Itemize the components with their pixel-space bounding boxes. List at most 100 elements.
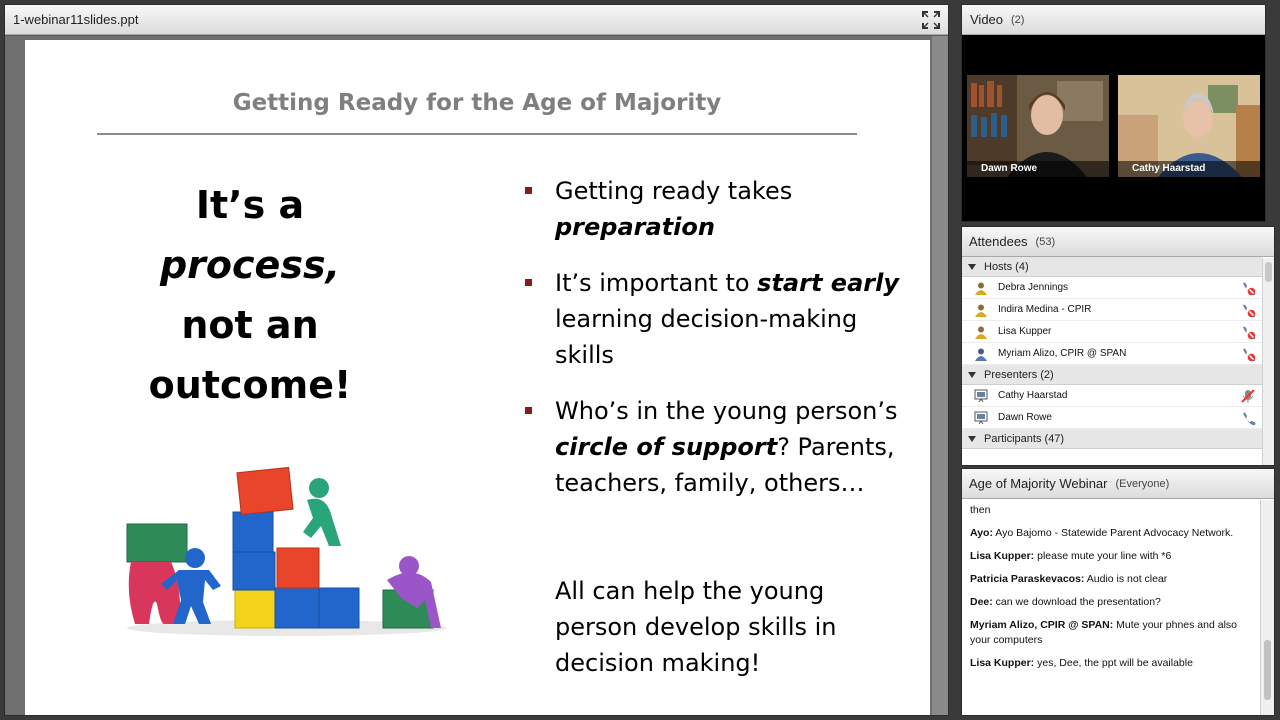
bullet-text: Who’s in the young person’s [555, 397, 898, 425]
share-filename: 1-webinar11slides.ppt [13, 12, 139, 27]
attendee-name: Indira Medina - CPIR [998, 304, 1092, 315]
tagline-line-3: not an [181, 303, 319, 347]
presenter-icon [974, 389, 988, 402]
fullscreen-icon[interactable] [922, 11, 940, 29]
chat-text: Audio is not clear [1084, 573, 1168, 585]
chat-text: yes, Dee, the ppt will be available [1034, 657, 1193, 669]
chat-sender: Lisa Kupper: [970, 657, 1035, 669]
bullet-text: It’s important to [555, 269, 758, 297]
bullet-item: Getting ready takes preparation [521, 173, 901, 245]
chat-title: Age of Majority Webinar [969, 476, 1108, 491]
chat-message: Patricia Paraskevacos: Audio is not clea… [970, 572, 1256, 587]
group-participants[interactable]: Participants (47) [962, 429, 1262, 449]
video-feed-dawn-rowe[interactable]: Dawn Rowe [967, 75, 1109, 177]
bullet-marker [525, 407, 532, 414]
group-presenters[interactable]: Presenters (2) [962, 365, 1262, 385]
chat-message-list: then Ayo: Ayo Bajomo - Statewide Parent … [970, 503, 1256, 679]
slide-title: Getting Ready for the Age of Majority [232, 90, 722, 116]
title-divider [97, 133, 857, 135]
attendee-row[interactable]: Debra Jennings [962, 277, 1262, 299]
attendee-row[interactable]: Dawn Rowe [962, 407, 1262, 429]
phone-icon[interactable] [1240, 410, 1256, 426]
presentation-slide: Getting Ready for the Age of Majority It… [25, 40, 930, 715]
bullet-emphasis: circle of support [555, 433, 778, 461]
tagline-line-1: It’s a [195, 183, 305, 227]
host-icon [975, 348, 987, 361]
chat-message: Lisa Kupper: yes, Dee, the ppt will be a… [970, 656, 1256, 671]
bullet-list: Getting ready takes preparation It’s imp… [521, 173, 901, 521]
phone-muted-icon[interactable] [1240, 302, 1256, 318]
slide-tagline: It’s a process, not an outcome! [85, 175, 415, 415]
chat-text: please mute your line with *6 [1034, 550, 1172, 562]
video-pod: Video (2) Dawn Rowe Cathy Haarstad [961, 4, 1266, 222]
bullet-marker [525, 187, 532, 194]
chat-sender: Ayo: [970, 527, 993, 539]
attendees-pod: Attendees (53) Hosts (4) Debra Jennings … [961, 226, 1275, 466]
share-pod: 1-webinar11slides.ppt Getting Ready for … [4, 4, 949, 716]
attendee-name: Myriam Alizo, CPIR @ SPAN [998, 348, 1127, 359]
collapse-triangle-icon[interactable] [968, 263, 976, 270]
phone-muted-icon[interactable] [1240, 324, 1256, 340]
phone-muted-icon[interactable] [1240, 346, 1256, 362]
presenter-icon [974, 411, 988, 424]
bullet-item: Who’s in the young person’s circle of su… [521, 393, 901, 501]
group-label: Hosts (4) [984, 260, 1029, 273]
slide-viewport: Getting Ready for the Age of Majority It… [5, 36, 948, 715]
mic-muted-icon[interactable] [1240, 388, 1256, 404]
video-name-label: Cathy Haarstad [1118, 161, 1260, 177]
tagline-line-4: outcome! [148, 363, 352, 407]
attendee-row[interactable]: Lisa Kupper [962, 321, 1262, 343]
attendee-name: Debra Jennings [998, 282, 1069, 293]
chat-message: Lisa Kupper: please mute your line with … [970, 549, 1256, 564]
chat-sender: Lisa Kupper: [970, 550, 1035, 562]
video-name-label: Dawn Rowe [967, 161, 1109, 177]
attendee-name: Cathy Haarstad [998, 390, 1068, 401]
host-icon [975, 304, 987, 317]
attendees-count: (53) [1035, 235, 1056, 248]
attendee-name: Dawn Rowe [998, 412, 1052, 423]
attendee-row[interactable]: Indira Medina - CPIR [962, 299, 1262, 321]
group-label: Presenters (2) [984, 368, 1054, 381]
chat-sender: Patricia Paraskevacos: [970, 573, 1085, 585]
video-feed-cathy-haarstad[interactable]: Cathy Haarstad [1118, 75, 1260, 177]
chat-text: Ayo Bajomo - Statewide Parent Advocacy N… [992, 527, 1234, 539]
building-blocks-illustration [126, 466, 447, 636]
share-pod-header: 1-webinar11slides.ppt [5, 5, 948, 35]
slide-closing-text: All can help the young person develop sk… [555, 577, 837, 677]
bullet-emphasis: start early [757, 269, 899, 297]
chat-sender: Myriam Alizo, CPIR @ SPAN: [970, 619, 1114, 631]
scrollbar-thumb[interactable] [1265, 262, 1272, 282]
attendees-scrollbar[interactable] [1262, 258, 1274, 465]
chat-message: Dee: can we download the presentation? [970, 595, 1256, 610]
bullet-marker [525, 279, 532, 286]
group-hosts[interactable]: Hosts (4) [962, 257, 1262, 277]
host-icon [975, 326, 987, 339]
video-count: (2) [1011, 13, 1025, 26]
chat-message: Myriam Alizo, CPIR @ SPAN: Mute your phn… [970, 618, 1256, 648]
scrollbar-thumb[interactable] [1264, 640, 1271, 700]
video-pod-title: Video [970, 12, 1004, 27]
attendees-title: Attendees [969, 234, 1028, 249]
chat-scrollbar[interactable] [1260, 500, 1274, 715]
chat-message: Ayo: Ayo Bajomo - Statewide Parent Advoc… [970, 526, 1256, 541]
video-pod-header: Video (2) [962, 5, 1265, 35]
chat-scope[interactable]: (Everyone) [1116, 478, 1170, 490]
slide-scrollbar[interactable] [932, 36, 948, 715]
chat-pod: Age of Majority Webinar (Everyone) then … [961, 468, 1275, 716]
chat-sender: Dee: [970, 596, 993, 608]
collapse-triangle-icon[interactable] [968, 371, 976, 378]
phone-muted-icon[interactable] [1240, 280, 1256, 296]
bullet-item: It’s important to start early learning d… [521, 265, 901, 373]
chat-text: then [970, 504, 991, 516]
attendees-pod-header: Attendees (53) [962, 227, 1274, 257]
bullet-emphasis: preparation [555, 213, 715, 241]
group-label: Participants (47) [984, 432, 1065, 445]
bullet-text: Getting ready takes [555, 177, 793, 205]
chat-text: can we download the presentation? [992, 596, 1161, 608]
attendee-row[interactable]: Myriam Alizo, CPIR @ SPAN [962, 343, 1262, 365]
host-icon [975, 282, 987, 295]
attendee-row[interactable]: Cathy Haarstad [962, 385, 1262, 407]
attendee-name: Lisa Kupper [998, 326, 1052, 337]
collapse-triangle-icon[interactable] [968, 435, 976, 442]
chat-message: then [970, 503, 1256, 518]
